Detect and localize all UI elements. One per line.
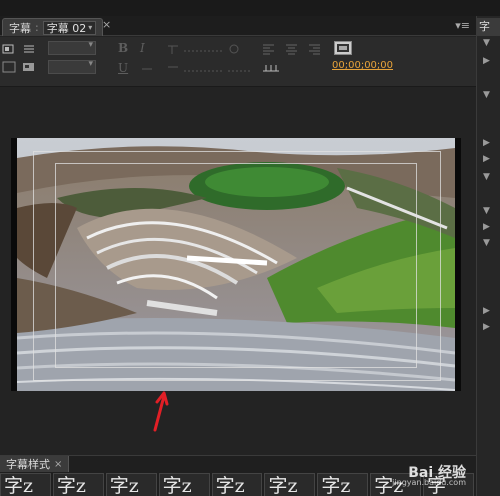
expand-triangle-icon[interactable]: ▶ xyxy=(483,322,490,332)
font-family-dropdown[interactable] xyxy=(48,40,96,55)
align-left-icon[interactable] xyxy=(262,43,276,55)
expand-triangle-icon[interactable]: ▶ xyxy=(483,222,490,232)
tab-stops-icon[interactable] xyxy=(262,61,280,73)
caret-down-icon: ▾ xyxy=(88,23,93,32)
kerning-control[interactable] xyxy=(168,63,224,75)
film-icon[interactable] xyxy=(334,41,352,55)
menu-icon[interactable]: ▾≡ xyxy=(455,19,470,32)
title-tab[interactable]: 字幕 : 字幕 02 ▾ xyxy=(2,18,104,36)
title-select[interactable]: 字幕 02 ▾ xyxy=(42,20,97,35)
title-tab-label: 字幕 xyxy=(9,21,31,35)
title-safe-area xyxy=(55,163,417,368)
title-select-value: 字幕 02 xyxy=(46,21,87,35)
video-frame xyxy=(11,138,461,391)
top-strip xyxy=(0,0,500,16)
style-swatch[interactable]: 字z xyxy=(52,473,104,496)
style-swatch[interactable]: 字z xyxy=(211,473,263,496)
title-type-icon[interactable] xyxy=(2,43,16,55)
right-panel-tab[interactable]: 字 xyxy=(477,18,500,36)
style-swatch[interactable]: 字z xyxy=(264,473,316,496)
style-swatch[interactable]: 字z xyxy=(105,473,157,496)
expand-triangle-icon[interactable]: ▶ xyxy=(483,306,490,316)
title-styles-tab-label: 字幕样式 xyxy=(6,458,50,471)
title-tab-bar: 字幕 : 字幕 02 ▾ × ▾≡ xyxy=(0,16,476,36)
align-center-icon[interactable] xyxy=(285,43,299,55)
right-panel-tab-label: 字 xyxy=(479,20,490,33)
up-arrow-annotation xyxy=(153,391,169,432)
expand-triangle-icon[interactable]: ▼ xyxy=(483,90,490,100)
baseline-control[interactable] xyxy=(228,63,250,75)
list-icon[interactable] xyxy=(22,43,36,55)
expand-triangle-icon[interactable]: ▶ xyxy=(483,56,490,66)
close-icon[interactable]: × xyxy=(102,19,112,30)
leading-control[interactable] xyxy=(168,43,224,55)
roll-crawl-icon[interactable] xyxy=(2,61,16,73)
right-panel: 字 ▼ ▶ ▼ ▶ ▶ ▼ ▼ ▶ ▼ ▶ ▶ xyxy=(476,16,500,496)
timecode-field[interactable]: 00;00;00;00 xyxy=(332,60,393,71)
bold-button[interactable]: B xyxy=(118,41,128,55)
tracking-icon[interactable] xyxy=(228,43,242,55)
style-swatch[interactable]: 字z xyxy=(158,473,210,496)
font-size-icon[interactable] xyxy=(140,63,154,75)
title-styles-panel: 字幕样式 × 字z 字z 字z 字z 字z 字z 字z 字z 字 Bai 经验 … xyxy=(0,455,476,496)
expand-triangle-icon[interactable]: ▶ xyxy=(483,138,490,148)
underline-button[interactable]: U xyxy=(118,61,128,75)
close-icon[interactable]: × xyxy=(54,459,62,470)
style-swatch[interactable]: 字z xyxy=(0,473,51,496)
title-toolbar: B I U 00;00;00;00 xyxy=(0,37,476,87)
italic-button[interactable]: I xyxy=(140,41,145,55)
watermark-url: jingyan.baidu.com xyxy=(392,478,466,487)
expand-triangle-icon[interactable]: ▼ xyxy=(483,38,490,48)
align-right-icon[interactable] xyxy=(308,43,322,55)
title-styles-tab[interactable]: 字幕样式 × xyxy=(0,456,70,472)
expand-triangle-icon[interactable]: ▼ xyxy=(483,206,490,216)
expand-triangle-icon[interactable]: ▼ xyxy=(483,172,490,182)
title-canvas[interactable] xyxy=(0,88,476,454)
expand-triangle-icon[interactable]: ▼ xyxy=(483,238,490,248)
font-style-dropdown[interactable] xyxy=(48,59,96,74)
style-swatch[interactable]: 字z xyxy=(317,473,369,496)
expand-triangle-icon[interactable]: ▶ xyxy=(483,154,490,164)
template-icon[interactable] xyxy=(22,61,36,73)
watermark: Bai 经验 jingyan.baidu.com xyxy=(392,462,466,487)
